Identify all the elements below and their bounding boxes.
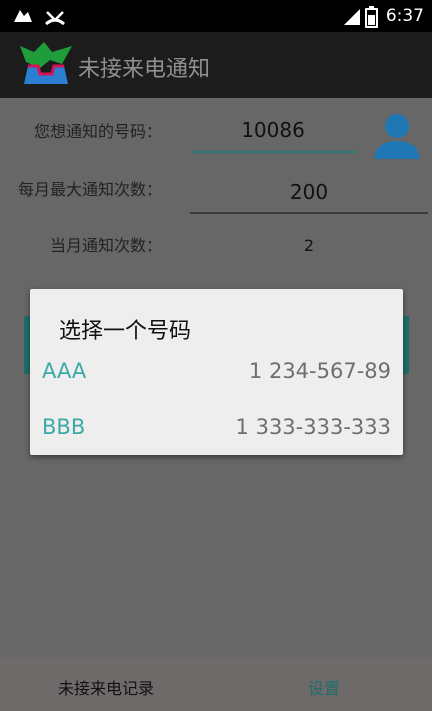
save-button-right-edge <box>403 316 409 374</box>
app-bar: 未接来电通知 <box>0 32 432 98</box>
month-count-value: 2 <box>303 236 315 255</box>
tab-missed-call-records[interactable]: 未接来电记录 <box>58 675 154 699</box>
notification-icon <box>14 10 32 22</box>
status-time: 6:37 <box>385 6 424 26</box>
contact-person-icon[interactable] <box>372 111 422 161</box>
max-count-underline <box>190 212 428 214</box>
dialog-item-bbb[interactable]: BBB 1 333-333-333 <box>30 401 403 457</box>
app-title: 未接来电通知 <box>78 57 211 82</box>
month-count-label: 当月通知次数： <box>50 236 163 255</box>
app-logo-icon <box>20 42 72 84</box>
dialog-item-aaa[interactable]: AAA 1 234-567-89 <box>30 345 403 401</box>
number-input-underline <box>190 151 356 153</box>
dialog-item-name: BBB <box>42 415 86 439</box>
max-count-label: 每月最大通知次数： <box>18 180 163 199</box>
battery-icon <box>365 6 378 28</box>
dialog-item-number: 1 234-567-89 <box>248 359 391 383</box>
status-bar: 6:37 <box>0 0 432 32</box>
dialog-title: 选择一个号码 <box>59 319 192 344</box>
missed-call-icon <box>45 11 65 26</box>
bottom-nav: 未接来电记录 设置 <box>0 657 432 711</box>
dialog-item-number: 1 333-333-333 <box>235 415 391 439</box>
dialog-item-name: AAA <box>42 359 87 383</box>
number-input[interactable]: 10086 <box>190 118 356 142</box>
tab-settings[interactable]: 设置 <box>308 675 340 699</box>
number-label: 您想通知的号码： <box>34 122 163 141</box>
signal-icon <box>344 9 360 25</box>
choose-number-dialog: 选择一个号码 AAA 1 234-567-89 BBB 1 333-333-33… <box>30 289 403 455</box>
max-count-input[interactable]: 200 <box>190 180 428 204</box>
